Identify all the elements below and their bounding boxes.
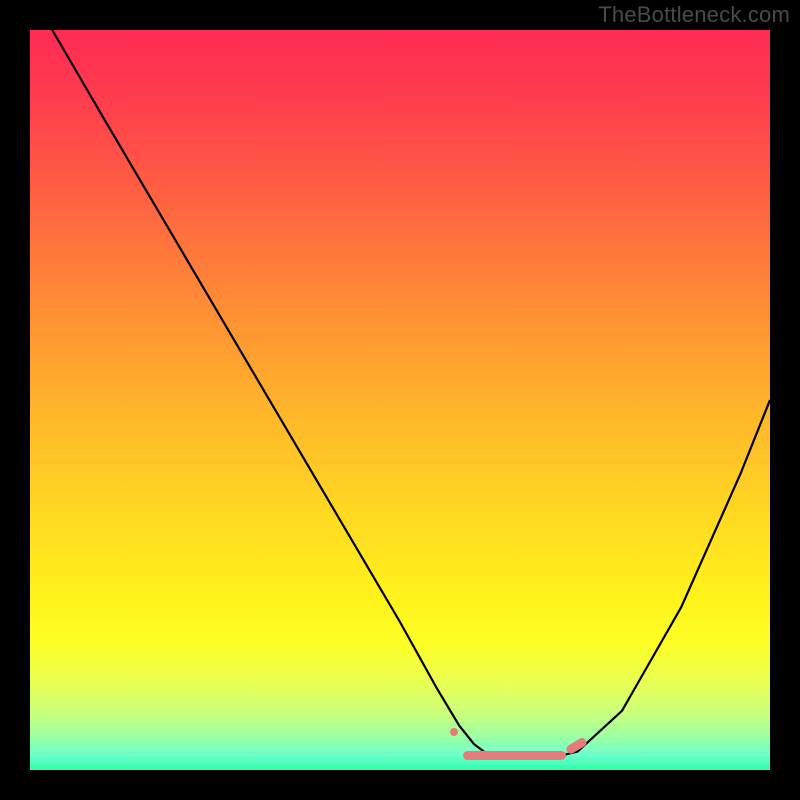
- optimal-range-bar: [463, 751, 567, 760]
- bottleneck-curve: [30, 30, 770, 770]
- curve-line: [52, 30, 770, 755]
- optimal-point-marker: [450, 728, 458, 736]
- watermark-text: TheBottleneck.com: [598, 2, 790, 28]
- plot-area: [30, 30, 770, 770]
